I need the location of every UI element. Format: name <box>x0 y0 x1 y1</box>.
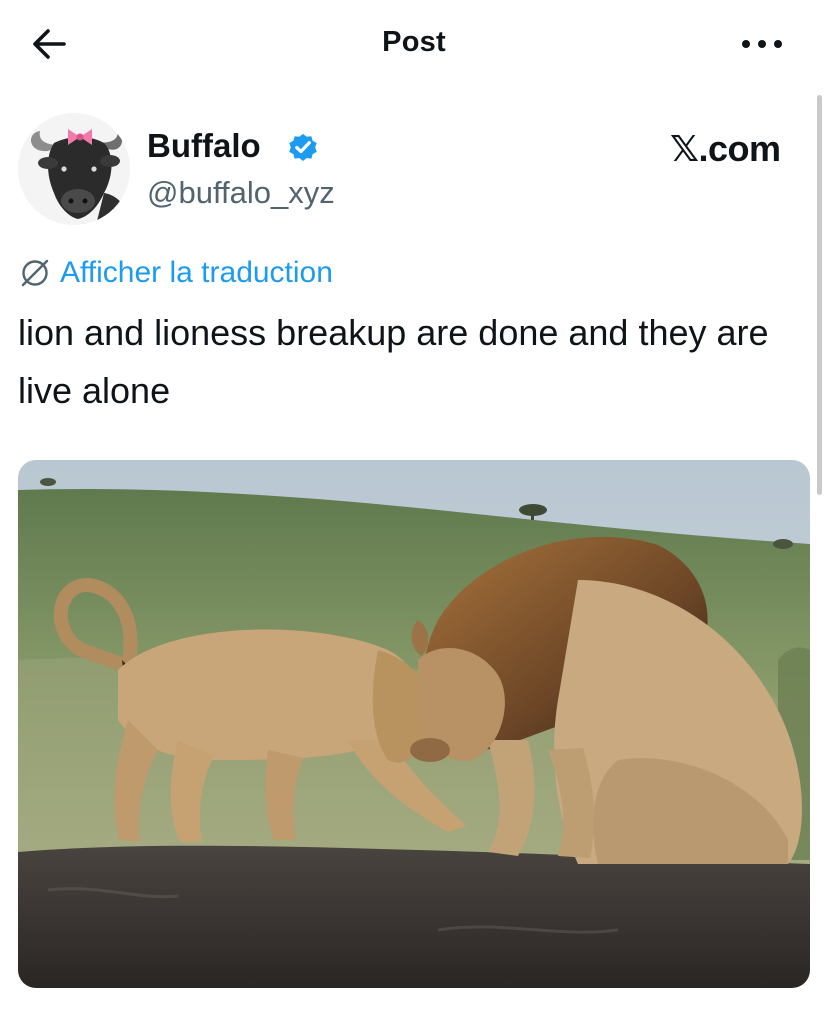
verified-badge-icon <box>289 133 317 162</box>
more-options-button[interactable] <box>740 30 784 58</box>
translate-link[interactable]: Afficher la traduction <box>18 253 333 293</box>
lion-and-lioness-photo <box>18 460 810 988</box>
scrollbar[interactable] <box>817 95 822 495</box>
buffalo-avatar-image <box>18 113 130 225</box>
translate-label: Afficher la traduction <box>60 256 333 289</box>
source-label: 𝕏.com <box>670 128 781 169</box>
author-name[interactable]: Buffalo <box>147 127 261 165</box>
page-title: Post <box>382 26 446 58</box>
tweet-text: lion and lioness breakup are done and th… <box>18 312 769 411</box>
translate-icon <box>21 259 49 287</box>
avatar[interactable] <box>18 113 130 225</box>
tweet-media[interactable] <box>18 460 810 988</box>
more-horizontal-icon <box>742 40 782 48</box>
author-handle[interactable]: @buffalo_xyz <box>147 175 335 211</box>
